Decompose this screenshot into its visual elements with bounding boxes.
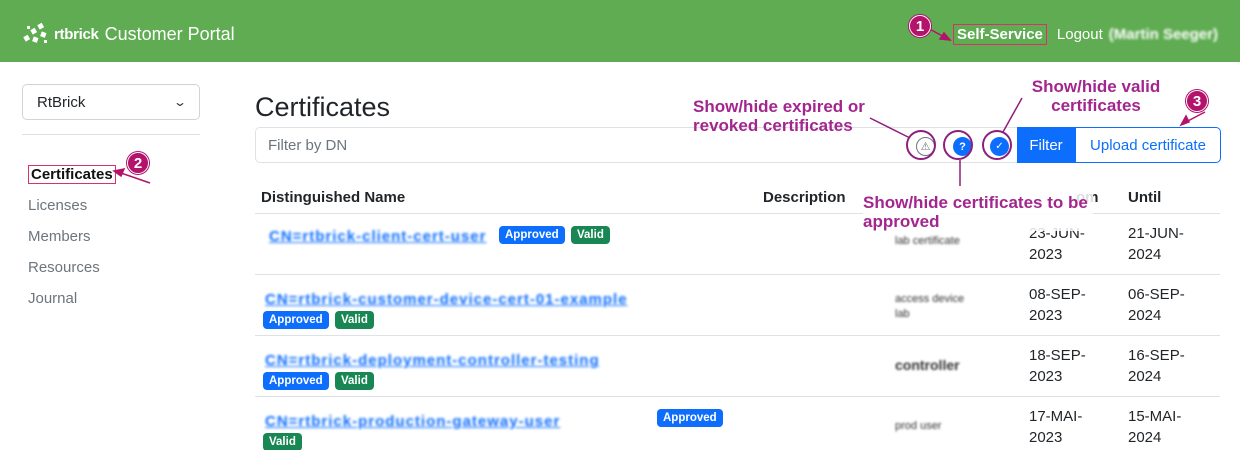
approved-badge: Approved bbox=[263, 311, 329, 329]
sidebar-item-certificates[interactable]: Certificates bbox=[22, 159, 200, 190]
certificate-description: controller bbox=[895, 357, 960, 373]
annotation-marker-2: 2 bbox=[127, 152, 149, 174]
valid-badge: Valid bbox=[335, 311, 374, 329]
valid-badge: Valid bbox=[571, 226, 610, 244]
brand-name: rtbrick bbox=[54, 25, 99, 43]
portal-title: Customer Portal bbox=[104, 23, 235, 44]
filter-button[interactable]: Filter bbox=[1017, 127, 1075, 163]
approved-badge: Approved bbox=[263, 372, 329, 390]
annotation-marker-1: 1 bbox=[909, 15, 931, 37]
valid-until-date: 21-JUN-2024 bbox=[1128, 225, 1184, 263]
dn-filter-input[interactable]: Filter by DN bbox=[268, 137, 347, 154]
certificate-dn-link[interactable]: CN=rtbrick-customer-device-cert-01-examp… bbox=[265, 291, 628, 308]
valid-until-date: 15-MAI-2024 bbox=[1128, 408, 1182, 446]
valid-badge: Valid bbox=[263, 433, 302, 450]
brand[interactable]: rtbrick Customer Portal bbox=[22, 22, 235, 46]
certificate-description: lab certificate bbox=[895, 235, 960, 247]
certificate-dn-link[interactable]: CN=rtbrick-deployment-controller-testing bbox=[265, 352, 600, 369]
table-row[interactable]: CN=rtbrick-deployment-controller-testing… bbox=[255, 336, 1220, 397]
approved-badge: Approved bbox=[499, 226, 565, 244]
self-service-link[interactable]: Self-Service bbox=[953, 24, 1047, 45]
sidebar-item-resources[interactable]: Resources bbox=[22, 252, 200, 283]
sidebar-item-members[interactable]: Members bbox=[22, 221, 200, 252]
annotation-ring-expired bbox=[906, 130, 936, 160]
valid-until-date: 16-SEP-2024 bbox=[1128, 347, 1185, 385]
column-header-dn[interactable]: Distinguished Name bbox=[261, 189, 405, 206]
sidebar-item-journal[interactable]: Journal bbox=[22, 283, 200, 314]
annotation-expired: Show/hide expired or revoked certificate… bbox=[693, 97, 865, 135]
rtbrick-logo-icon bbox=[23, 22, 47, 43]
top-navbar: rtbrick Customer Portal Self-Service Log… bbox=[0, 0, 1240, 62]
sidebar: RtBrick ⌄ Certificates Licenses Members … bbox=[22, 84, 200, 314]
valid-from-date: 17-MAI-2023 bbox=[1029, 408, 1083, 446]
table-row[interactable]: CN=rtbrick-production-gateway-user Appro… bbox=[255, 397, 1220, 450]
valid-from-date: 18-SEP-2023 bbox=[1029, 347, 1086, 385]
annotation-valid: Show/hide valid certificates bbox=[1031, 77, 1161, 115]
valid-badge: Valid bbox=[335, 372, 374, 390]
sidebar-item-label: Certificates bbox=[28, 165, 116, 184]
annotation-ring-pending bbox=[943, 130, 973, 160]
certificate-description: access device lab bbox=[895, 293, 965, 320]
column-header-until[interactable]: Until bbox=[1128, 189, 1161, 206]
table-row[interactable]: CN=rtbrick-customer-device-cert-01-examp… bbox=[255, 275, 1220, 336]
navbar-right: Self-Service Logout (Martin Seeger) bbox=[953, 24, 1218, 45]
annotation-marker-3: 3 bbox=[1186, 90, 1208, 112]
organization-select-value: RtBrick bbox=[37, 93, 86, 111]
upload-certificate-button[interactable]: Upload certificate bbox=[1075, 127, 1221, 163]
sidebar-item-licenses[interactable]: Licenses bbox=[22, 190, 200, 221]
certificate-description: prod user bbox=[895, 420, 942, 432]
organization-select[interactable]: RtBrick ⌄ bbox=[22, 84, 200, 120]
page-title: Certificates bbox=[255, 92, 391, 122]
certificate-dn-link[interactable]: CN=rtbrick-client-cert-user bbox=[269, 228, 486, 245]
logout-link[interactable]: Logout bbox=[1057, 26, 1103, 43]
sidebar-nav: Certificates Licenses Members Resources … bbox=[22, 159, 200, 314]
certificate-dn-link[interactable]: CN=rtbrick-production-gateway-user bbox=[265, 413, 560, 430]
valid-from-date: 08-SEP-2023 bbox=[1029, 286, 1086, 324]
valid-until-date: 06-SEP-2024 bbox=[1128, 286, 1185, 324]
sidebar-divider bbox=[22, 134, 200, 135]
column-header-description[interactable]: Description bbox=[763, 189, 846, 206]
chevron-down-icon: ⌄ bbox=[172, 95, 188, 109]
annotation-ring-valid bbox=[982, 130, 1012, 160]
user-name: (Martin Seeger) bbox=[1108, 26, 1218, 43]
approved-badge: Approved bbox=[657, 409, 723, 427]
annotation-pending: Show/hide certificates to be approved bbox=[863, 193, 1093, 231]
